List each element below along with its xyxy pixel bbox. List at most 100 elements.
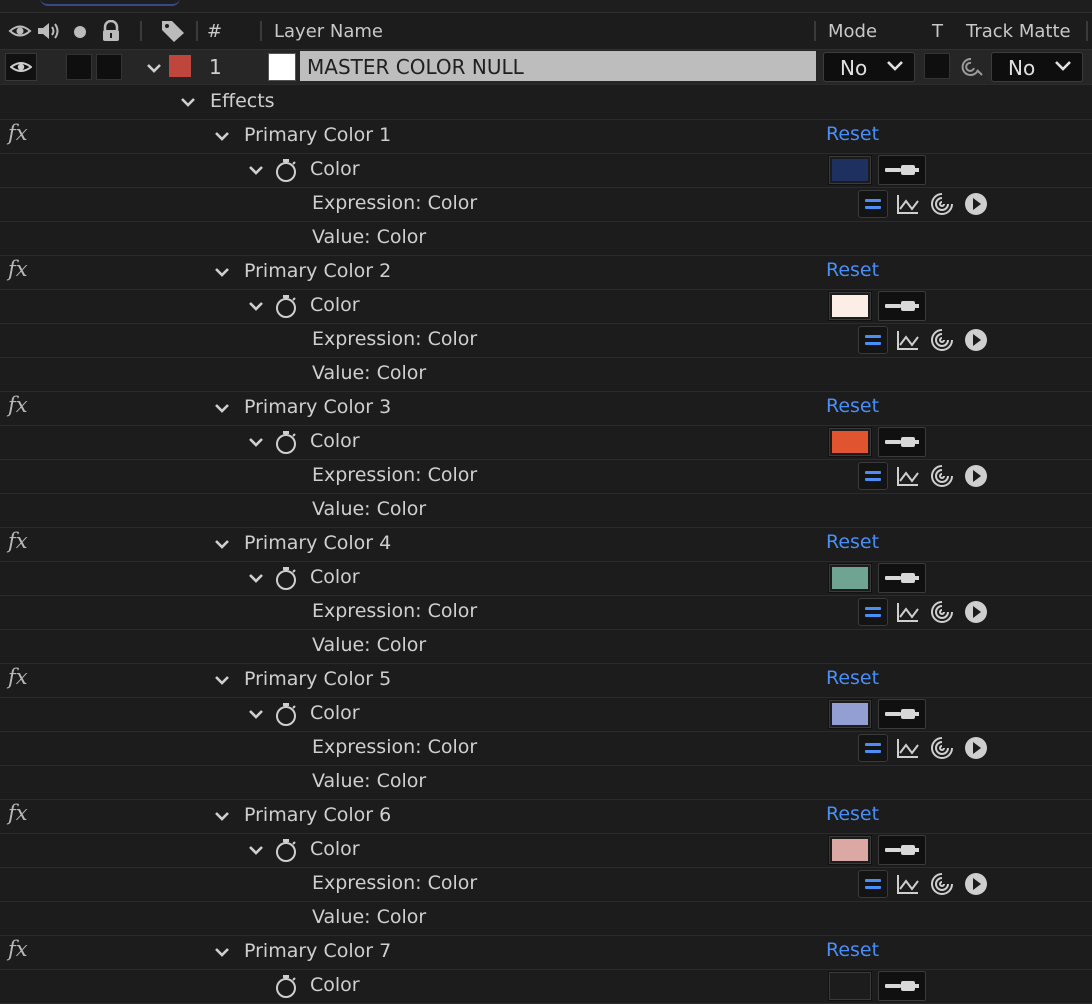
chevron-down-icon[interactable] bbox=[213, 671, 231, 689]
fx-toggle-icon[interactable]: fx bbox=[8, 529, 28, 553]
chevron-down-icon[interactable] bbox=[213, 807, 231, 825]
expression-pickwhip-icon[interactable] bbox=[930, 328, 954, 352]
color-property-row[interactable]: Color bbox=[0, 969, 1092, 1004]
color-property-row[interactable]: Color bbox=[0, 833, 1092, 868]
layer-row[interactable]: 1 MASTER COLOR NULL No No bbox=[0, 50, 1092, 85]
fx-toggle-icon[interactable]: fx bbox=[8, 257, 28, 281]
effect-row[interactable]: fx Primary Color 6 Reset bbox=[0, 799, 1092, 834]
reset-link[interactable]: Reset bbox=[826, 259, 879, 281]
preserve-transparency-toggle[interactable] bbox=[924, 53, 950, 79]
video-toggle[interactable] bbox=[5, 53, 37, 81]
color-swatch[interactable] bbox=[828, 699, 872, 729]
stopwatch-icon[interactable] bbox=[273, 973, 299, 999]
expression-row[interactable]: Expression: Color bbox=[0, 323, 1092, 358]
color-property-row[interactable]: Color bbox=[0, 153, 1092, 188]
expression-row[interactable]: Expression: Color bbox=[0, 187, 1092, 222]
effects-group-row[interactable]: Effects bbox=[0, 85, 1092, 120]
color-swatch[interactable] bbox=[828, 427, 872, 457]
expression-row[interactable]: Expression: Color bbox=[0, 731, 1092, 766]
graph-icon[interactable] bbox=[896, 601, 920, 623]
expression-enable-button[interactable] bbox=[858, 598, 888, 626]
chevron-down-icon[interactable] bbox=[213, 263, 231, 281]
expression-enable-button[interactable] bbox=[858, 462, 888, 490]
color-property-row[interactable]: Color bbox=[0, 425, 1092, 460]
speaker-icon[interactable] bbox=[36, 21, 64, 41]
color-swatch[interactable] bbox=[828, 563, 872, 593]
expression-pickwhip-icon[interactable] bbox=[930, 192, 954, 216]
layer-name-column-label[interactable]: Layer Name bbox=[274, 21, 383, 42]
graph-icon[interactable] bbox=[896, 193, 920, 215]
solo-icon[interactable] bbox=[72, 25, 88, 41]
expression-pickwhip-icon[interactable] bbox=[930, 464, 954, 488]
fx-toggle-icon[interactable]: fx bbox=[8, 665, 28, 689]
chevron-down-icon[interactable] bbox=[213, 399, 231, 417]
mode-dropdown[interactable]: No bbox=[823, 52, 915, 82]
effect-row[interactable]: fx Primary Color 2 Reset bbox=[0, 255, 1092, 290]
eyedropper-button[interactable] bbox=[878, 699, 926, 729]
stopwatch-icon[interactable] bbox=[273, 293, 299, 319]
layer-name-field[interactable]: MASTER COLOR NULL bbox=[300, 51, 816, 81]
stopwatch-icon[interactable] bbox=[273, 157, 299, 183]
color-swatch[interactable] bbox=[828, 291, 872, 321]
color-property-row[interactable]: Color bbox=[0, 697, 1092, 732]
expression-enable-button[interactable] bbox=[858, 326, 888, 354]
chevron-down-icon[interactable] bbox=[247, 161, 265, 179]
expression-row[interactable]: Expression: Color bbox=[0, 867, 1092, 902]
expression-pickwhip-icon[interactable] bbox=[930, 736, 954, 760]
chevron-down-icon[interactable] bbox=[213, 535, 231, 553]
graph-icon[interactable] bbox=[896, 873, 920, 895]
chevron-down-icon[interactable] bbox=[179, 93, 197, 111]
reset-link[interactable]: Reset bbox=[826, 803, 879, 825]
fx-toggle-icon[interactable]: fx bbox=[8, 393, 28, 417]
effect-row[interactable]: fx Primary Color 3 Reset bbox=[0, 391, 1092, 426]
reset-link[interactable]: Reset bbox=[826, 123, 879, 145]
pickwhip-icon[interactable] bbox=[959, 56, 983, 78]
fx-toggle-icon[interactable]: fx bbox=[8, 121, 28, 145]
color-swatch[interactable] bbox=[828, 155, 872, 185]
expression-language-menu-icon[interactable] bbox=[964, 600, 988, 624]
graph-icon[interactable] bbox=[896, 329, 920, 351]
graph-icon[interactable] bbox=[896, 465, 920, 487]
stopwatch-icon[interactable] bbox=[273, 837, 299, 863]
lock-toggle[interactable] bbox=[96, 54, 122, 80]
eyedropper-button[interactable] bbox=[878, 427, 926, 457]
eye-icon[interactable] bbox=[8, 22, 32, 40]
expression-language-menu-icon[interactable] bbox=[964, 464, 988, 488]
expression-language-menu-icon[interactable] bbox=[964, 736, 988, 760]
eyedropper-button[interactable] bbox=[878, 971, 926, 1001]
expression-enable-button[interactable] bbox=[858, 190, 888, 218]
chevron-down-icon[interactable] bbox=[213, 127, 231, 145]
lock-icon[interactable] bbox=[100, 20, 122, 42]
expression-row[interactable]: Expression: Color bbox=[0, 595, 1092, 630]
color-swatch[interactable] bbox=[828, 835, 872, 865]
reset-link[interactable]: Reset bbox=[826, 667, 879, 689]
effect-row[interactable]: fx Primary Color 7 Reset bbox=[0, 935, 1092, 970]
reset-link[interactable]: Reset bbox=[826, 395, 879, 417]
track-matte-dropdown[interactable]: No bbox=[991, 52, 1083, 82]
fx-toggle-icon[interactable]: fx bbox=[8, 937, 28, 961]
label-color-chip[interactable] bbox=[169, 55, 191, 77]
chevron-down-icon[interactable] bbox=[145, 59, 163, 77]
eyedropper-button[interactable] bbox=[878, 155, 926, 185]
stopwatch-icon[interactable] bbox=[273, 565, 299, 591]
reset-link[interactable]: Reset bbox=[826, 531, 879, 553]
color-swatch[interactable] bbox=[828, 971, 872, 1001]
effect-row[interactable]: fx Primary Color 4 Reset bbox=[0, 527, 1092, 562]
expression-enable-button[interactable] bbox=[858, 870, 888, 898]
expression-language-menu-icon[interactable] bbox=[964, 872, 988, 896]
label-tag-icon[interactable] bbox=[160, 19, 186, 43]
eyedropper-button[interactable] bbox=[878, 835, 926, 865]
color-property-row[interactable]: Color bbox=[0, 561, 1092, 596]
graph-icon[interactable] bbox=[896, 737, 920, 759]
expression-language-menu-icon[interactable] bbox=[964, 192, 988, 216]
chevron-down-icon[interactable] bbox=[247, 569, 265, 587]
chevron-down-icon[interactable] bbox=[247, 705, 265, 723]
expression-enable-button[interactable] bbox=[858, 734, 888, 762]
stopwatch-icon[interactable] bbox=[273, 701, 299, 727]
expression-pickwhip-icon[interactable] bbox=[930, 872, 954, 896]
chevron-down-icon[interactable] bbox=[247, 841, 265, 859]
expression-pickwhip-icon[interactable] bbox=[930, 600, 954, 624]
chevron-down-icon[interactable] bbox=[213, 943, 231, 961]
chevron-down-icon[interactable] bbox=[247, 433, 265, 451]
effect-row[interactable]: fx Primary Color 5 Reset bbox=[0, 663, 1092, 698]
